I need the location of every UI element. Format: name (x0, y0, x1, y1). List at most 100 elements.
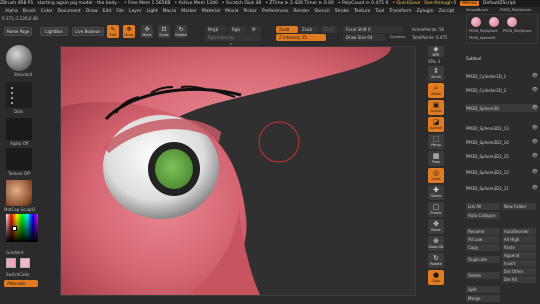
aahalf-button[interactable]: ◪ AAHalf (428, 117, 444, 132)
move-view-button[interactable]: ✥ Move (428, 219, 444, 234)
draw-size-slider[interactable]: Draw Size 64 (343, 34, 385, 41)
subtool-item-6[interactable]: PM3D_Sphere3D2_15 👁 (466, 152, 538, 160)
menu-transform[interactable]: Transform (389, 9, 411, 14)
pig-model-viewport[interactable] (61, 47, 416, 296)
menu-movie[interactable]: Movie (225, 9, 238, 14)
eye-icon[interactable]: 👁 (532, 185, 538, 191)
append-button[interactable]: Append (502, 252, 536, 259)
menus-button[interactable]: Menus (460, 1, 479, 6)
rotate-view-button[interactable]: ↻ Rotate (428, 253, 444, 268)
home-page-button[interactable]: Home Page (4, 27, 32, 36)
zoom-button[interactable]: ⌕ Zoom (428, 83, 444, 98)
duplicate-button[interactable]: Duplicate (466, 256, 500, 263)
alpha-thumb[interactable] (6, 118, 32, 140)
lightbox-button[interactable]: LightBox (40, 27, 68, 36)
menu-macro[interactable]: Macro (163, 9, 177, 14)
bpr-button[interactable]: ◈ BPR (428, 46, 444, 57)
zadd-toggle[interactable]: Zadd (276, 26, 298, 33)
actual-button[interactable]: ▣ Actual (428, 100, 444, 115)
texture-thumb[interactable] (6, 148, 32, 170)
zoom3d-button[interactable]: ⊕ Zoom3D (428, 236, 444, 251)
zcut-toggle[interactable]: Zcut (321, 26, 337, 33)
default-zscript-button[interactable]: DefaultZScript (483, 1, 516, 6)
rename-button[interactable]: Rename (466, 228, 500, 235)
menu-picker[interactable]: Picker (243, 9, 256, 14)
secondary-color-swatch[interactable] (20, 258, 30, 268)
copy-button[interactable]: Copy (466, 244, 500, 251)
all-high-button[interactable]: All High (502, 236, 536, 243)
menu-preferences[interactable]: Preferences (262, 9, 288, 14)
list-all-button[interactable]: List All (466, 203, 500, 210)
menu-zplugin[interactable]: Zplugin (417, 9, 434, 14)
color-picker-cursor[interactable] (12, 226, 17, 231)
main-color-swatch[interactable] (6, 258, 16, 268)
draw-mode-button[interactable]: ✥ Draw (123, 25, 135, 38)
z-intensity-slider[interactable]: Z Intensity 25 (276, 34, 326, 41)
menu-brush[interactable]: Brush (23, 9, 36, 14)
focal-shift-slider[interactable]: Focal Shift 0 (343, 26, 403, 33)
polysphere-thumb-2[interactable] (489, 17, 499, 27)
polysphere-thumb-3[interactable] (507, 17, 517, 27)
menu-stencil[interactable]: Stencil (314, 9, 329, 14)
subtool-item-1[interactable]: PM3D_Cylinder3D_1 👁 (466, 72, 538, 80)
subtool-item-7[interactable]: PM3D_Sphere3D2_12 👁 (466, 168, 538, 176)
menu-draw[interactable]: Draw (86, 9, 98, 14)
menu-material[interactable]: Material (202, 9, 220, 14)
subtool-item-4[interactable]: PM3D_Sphere3D2_13 👁 (466, 124, 538, 132)
menu-color[interactable]: Color (41, 9, 53, 14)
quicksave-button[interactable]: • QuickSave (392, 1, 420, 6)
mrgb-toggle[interactable]: Mrgb (205, 26, 227, 33)
solo-button[interactable]: ● Solo (428, 270, 444, 285)
edit-mode-button[interactable]: ✎ Edit (107, 25, 119, 38)
menu-layer[interactable]: Layer (129, 9, 142, 14)
floor-button[interactable]: ▦ Floor (428, 151, 444, 166)
split-button[interactable]: Split (466, 286, 500, 293)
eye-icon[interactable]: 👁 (532, 169, 538, 175)
menu-edit[interactable]: Edit (103, 9, 112, 14)
menu-file[interactable]: File (116, 9, 124, 14)
live-boolean-button[interactable]: Live Boolean (72, 27, 104, 36)
scroll-button[interactable]: ⇕ Scroll (428, 66, 444, 81)
subtool-item-2[interactable]: PM3D_Cylinder3D_2 👁 (466, 86, 538, 94)
dynamic-toggle[interactable]: Dynamic (390, 35, 405, 39)
switch-color-button[interactable]: SwitchColor (6, 272, 58, 277)
persp-button[interactable]: ⬚ Persp (428, 134, 444, 149)
insert-button[interactable]: Insert (502, 260, 536, 267)
frame-button[interactable]: ▢ Frame (428, 202, 444, 217)
paste-button[interactable]: Paste (502, 244, 536, 251)
new-folder-button[interactable]: New Folder (502, 203, 536, 210)
alternate-button[interactable]: Alternate (4, 280, 38, 287)
eye-icon[interactable]: 👁 (532, 105, 538, 111)
canvas[interactable] (60, 46, 416, 296)
menu-marker[interactable]: Marker (181, 9, 197, 14)
spix-slider[interactable]: SPix 3 (428, 59, 446, 64)
menu-document[interactable]: Document (58, 9, 81, 14)
zsub-toggle[interactable]: Zsub (299, 26, 319, 33)
auto-collapse-button[interactable]: Auto Collapse (466, 212, 500, 219)
local-button[interactable]: ◎ Local (428, 168, 444, 183)
merge-button[interactable]: Merge (466, 295, 500, 302)
eye-icon[interactable]: 👁 (532, 87, 538, 93)
eye-icon[interactable]: 👁 (532, 73, 538, 79)
rgb-intensity-slider[interactable]: Rgb Intensity (205, 34, 261, 41)
standard-brush-thumb[interactable] (6, 45, 32, 71)
scale-mode-button[interactable]: ⊡ Scale (158, 25, 170, 38)
eye-icon[interactable]: 👁 (532, 139, 538, 145)
del-all-button[interactable]: Del All (502, 276, 536, 283)
color-picker[interactable] (6, 214, 38, 242)
subtool-item-8[interactable]: PM3D_Sphere3D2_11 👁 (466, 184, 538, 192)
gradient-label[interactable]: Gradient (6, 250, 58, 255)
menu-stroke[interactable]: Stroke (335, 9, 349, 14)
material-thumb[interactable] (6, 180, 32, 206)
rgb-toggle[interactable]: Rgb (229, 26, 247, 33)
subtool-item-3[interactable]: PM3D_Sphere3D 👁 (466, 104, 538, 112)
all-low-button[interactable]: All Low (466, 236, 500, 243)
menu-alpha[interactable]: Alpha (5, 9, 18, 14)
stroke-thumb[interactable] (6, 82, 32, 108)
menu-texture[interactable]: Texture (354, 9, 370, 14)
auto-reorder-button[interactable]: AutoReorder (502, 228, 536, 235)
eye-icon[interactable]: 👁 (532, 153, 538, 159)
rotate-mode-button[interactable]: ↻ Rotate (175, 25, 187, 38)
eye-icon[interactable]: 👁 (532, 125, 538, 131)
menu-render[interactable]: Render (293, 9, 309, 14)
